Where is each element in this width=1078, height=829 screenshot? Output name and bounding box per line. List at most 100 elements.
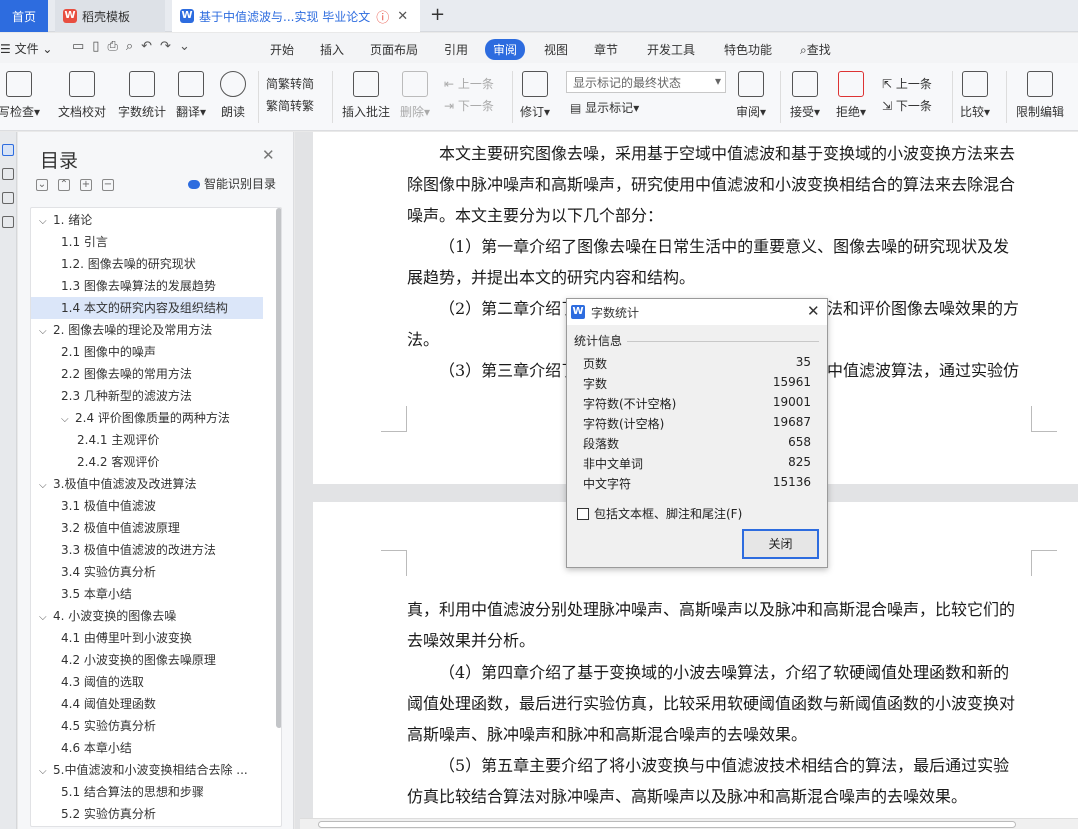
print-preview-icon[interactable]: ⌕: [126, 39, 141, 54]
tab-home[interactable]: 首页: [0, 0, 48, 32]
restrict-edit-button[interactable]: 限制编辑: [1016, 71, 1064, 120]
find-nav-icon[interactable]: [2, 216, 14, 228]
close-icon[interactable]: ✕: [262, 146, 275, 164]
toc-item[interactable]: 3.2 极值中值滤波原理: [31, 517, 263, 539]
toc-item[interactable]: 4.3 阈值的选取: [31, 671, 263, 693]
close-button[interactable]: 关闭: [742, 529, 819, 559]
chevron-down-icon[interactable]: ⌵: [39, 321, 53, 341]
undo-icon[interactable]: ↶: [141, 39, 160, 54]
toc-item-label: 4.6 本章小结: [61, 741, 132, 755]
next-comment-button[interactable]: ⇥ 下一条: [444, 95, 494, 117]
toc-item[interactable]: 2.1 图像中的噪声: [31, 341, 263, 363]
toc-item[interactable]: ⌵ 4. 小波变换的图像去噪: [31, 605, 263, 627]
collapse-all-icon[interactable]: ⌃: [58, 179, 70, 191]
toc-item[interactable]: 5.2 实验仿真分析: [31, 803, 263, 825]
toc-item[interactable]: 2.4.1 主观评价: [31, 429, 263, 451]
toc-item[interactable]: 2.3 几种新型的滤波方法: [31, 385, 263, 407]
toc-item[interactable]: ⌵ 2. 图像去噪的理论及常用方法: [31, 319, 263, 341]
chevron-down-icon[interactable]: ⌵: [39, 475, 53, 495]
search-button[interactable]: ⌕查找: [800, 41, 831, 58]
more-icon[interactable]: ⌄: [179, 39, 198, 54]
accept-button[interactable]: 接受▾: [790, 71, 820, 120]
prev-change-button[interactable]: ⇱ 上一条: [882, 73, 932, 95]
track-changes-button[interactable]: 修订▾: [520, 71, 550, 120]
toc-item[interactable]: 2.4.2 客观评价: [31, 451, 263, 473]
expand-all-icon[interactable]: ⌄: [36, 179, 48, 191]
menu-dev-tools[interactable]: 开发工具: [647, 41, 695, 58]
toc-item[interactable]: ⌵ 1. 绪论: [31, 209, 263, 231]
chevron-down-icon[interactable]: ⌵: [39, 761, 53, 781]
insert-comment-button[interactable]: 插入批注: [342, 71, 390, 120]
translate-button[interactable]: 翻译▾: [176, 71, 206, 120]
menu-page-layout[interactable]: 页面布局: [370, 41, 418, 58]
menu-start[interactable]: 开始: [270, 41, 294, 58]
chevron-down-icon[interactable]: ⌵: [61, 409, 75, 429]
spell-check-button[interactable]: 写检查▾: [0, 71, 40, 120]
file-menu[interactable]: ☰ 文件 ⌄: [0, 40, 52, 57]
toc-item[interactable]: ⌵ 3.极值中值滤波及改进算法: [31, 473, 263, 495]
review-pane-button[interactable]: 审阅▾: [736, 71, 766, 120]
include-textbox-checkbox[interactable]: 包括文本框、脚注和尾注(F): [577, 505, 742, 522]
toc-item[interactable]: 4.1 由傅里叶到小波变换: [31, 627, 263, 649]
chevron-down-icon[interactable]: ⌵: [39, 607, 53, 627]
print-icon[interactable]: ⎙: [107, 39, 125, 54]
toc-nav-icon[interactable]: [2, 144, 14, 156]
save-as-icon[interactable]: ▯: [92, 39, 107, 54]
menu-insert[interactable]: 插入: [320, 41, 344, 58]
simp-to-trad-button[interactable]: 繁简转繁: [266, 95, 314, 117]
tab-document[interactable]: W 基于中值滤波与...实现 毕业论文 ⓘ ✕: [172, 0, 420, 32]
redo-icon[interactable]: ↷: [160, 39, 179, 54]
next-change-button[interactable]: ⇲ 下一条: [882, 95, 932, 117]
menu-review[interactable]: 审阅: [485, 39, 526, 60]
toc-item[interactable]: 4.5 实验仿真分析: [31, 715, 263, 737]
prev-comment-button[interactable]: ⇤ 上一条: [444, 73, 494, 95]
stat-value: 19001: [772, 395, 811, 409]
toc-item[interactable]: 4.4 阈值处理函数: [31, 693, 263, 715]
toc-item[interactable]: 1.2. 图像去噪的研究现状: [31, 253, 263, 275]
read-aloud-button[interactable]: 朗读: [220, 71, 246, 120]
toc-item[interactable]: ⌵ 5.中值滤波和小波变换相结合去除 ...: [31, 759, 263, 781]
close-icon[interactable]: ✕: [807, 302, 820, 320]
remove-heading-icon[interactable]: −: [102, 179, 114, 191]
toc-item[interactable]: 2.2 图像去噪的常用方法: [31, 363, 263, 385]
save-icon[interactable]: ▭: [72, 39, 92, 54]
menu-features[interactable]: 特色功能: [724, 41, 772, 58]
menu-view[interactable]: 视图: [544, 41, 568, 58]
toc-item[interactable]: 3.5 本章小结: [31, 583, 263, 605]
menu-chapter[interactable]: 章节: [594, 41, 618, 58]
word-count-button[interactable]: 字数统计: [118, 71, 166, 120]
menu-reference[interactable]: 引用: [444, 41, 468, 58]
smart-toc-button[interactable]: 智能识别目录: [188, 175, 276, 192]
toc-item[interactable]: 5.1 结合算法的思想和步骤: [31, 781, 263, 803]
toc-item[interactable]: 1.3 图像去噪算法的发展趋势: [31, 275, 263, 297]
reject-button[interactable]: 拒绝▾: [836, 71, 866, 120]
horizontal-scrollbar[interactable]: [300, 818, 1078, 829]
toc-item[interactable]: 1.1 引言: [31, 231, 263, 253]
paragraph: （1）第一章介绍了图像去噪在日常生活中的重要意义、图像去噪的研究现状及发展趋势，…: [407, 237, 1010, 287]
scrollbar-thumb[interactable]: [318, 821, 1016, 828]
toc-item[interactable]: 3.3 极值中值滤波的改进方法: [31, 539, 263, 561]
add-heading-icon[interactable]: +: [80, 179, 92, 191]
delete-comment-button[interactable]: 删除▾: [400, 71, 430, 120]
toc-item[interactable]: 4.6 本章小结: [31, 737, 263, 759]
trad-to-simp-button[interactable]: 简繁转简: [266, 73, 314, 95]
toc-scrollbar[interactable]: [276, 208, 281, 728]
toc-item[interactable]: 3.1 极值中值滤波: [31, 495, 263, 517]
stat-label: 非中文单词: [583, 457, 644, 471]
chapter-nav-icon[interactable]: [2, 168, 14, 180]
bookmark-nav-icon[interactable]: [2, 192, 14, 204]
new-tab-button[interactable]: +: [430, 4, 445, 25]
show-markup-button[interactable]: ▤ 显示标记▾: [570, 97, 639, 119]
ribbon-divider: [952, 71, 953, 123]
close-tab-icon[interactable]: ✕: [397, 9, 408, 24]
proofread-button[interactable]: 文档校对: [58, 71, 106, 120]
toc-item[interactable]: 4.2 小波变换的图像去噪原理: [31, 649, 263, 671]
chevron-down-icon[interactable]: ⌵: [39, 211, 53, 231]
checkbox-box[interactable]: [577, 508, 589, 520]
tab-template[interactable]: W 稻壳模板: [55, 0, 165, 32]
toc-item[interactable]: 3.4 实验仿真分析: [31, 561, 263, 583]
toc-item[interactable]: 1.4 本文的研究内容及组织结构: [31, 297, 263, 319]
markup-state-select[interactable]: 显示标记的最终状态 ▾: [566, 71, 726, 93]
toc-item[interactable]: ⌵ 2.4 评价图像质量的两种方法: [31, 407, 263, 429]
compare-button[interactable]: 比较▾: [960, 71, 990, 120]
